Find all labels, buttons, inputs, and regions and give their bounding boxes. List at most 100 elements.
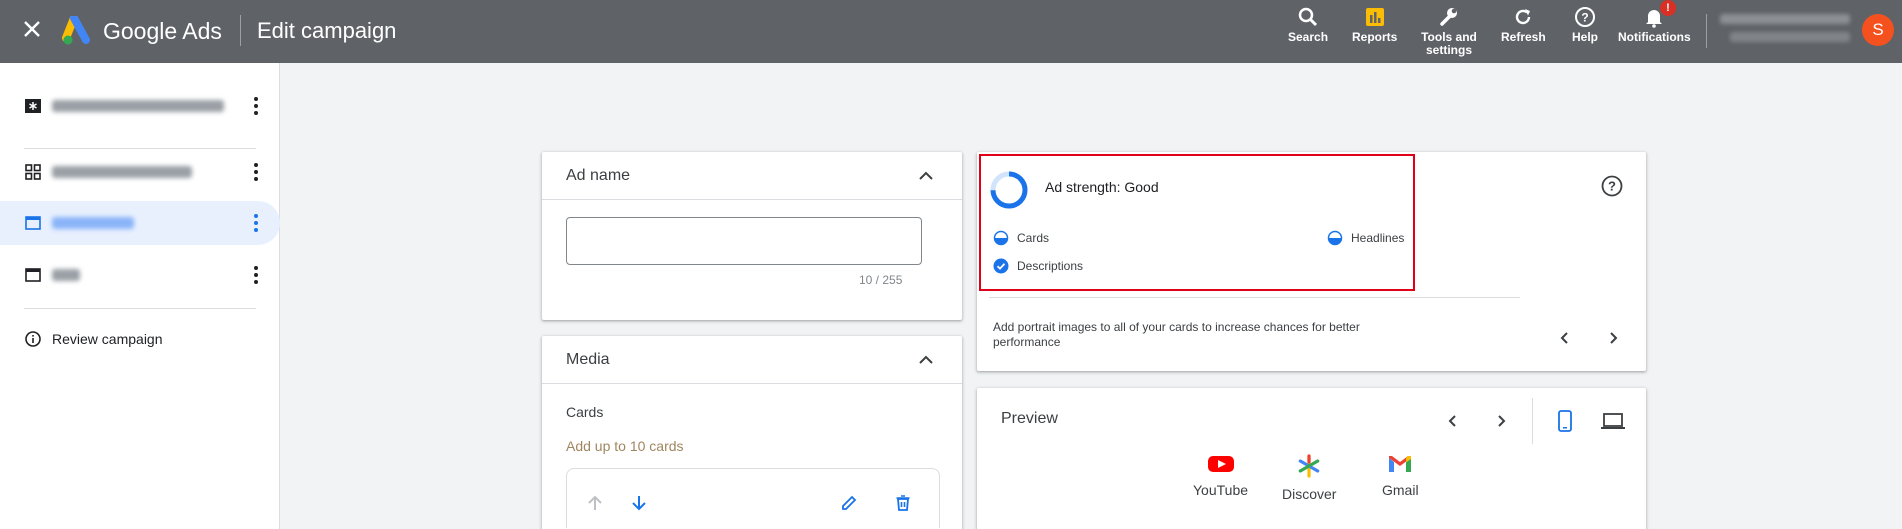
avatar[interactable]: S (1862, 14, 1894, 46)
search-tool-button[interactable]: Search (1288, 6, 1328, 44)
review-campaign-link[interactable]: Review campaign (24, 330, 163, 348)
move-up-button[interactable] (583, 491, 607, 515)
google-ads-logo (62, 14, 94, 46)
ad-name-redacted (52, 269, 80, 281)
sidebar-item-campaign[interactable] (0, 84, 280, 128)
ad-strength-highlight: Ad strength: Good Cards Headlines Descri… (979, 154, 1415, 291)
tools-settings-label: Tools and settings (1421, 30, 1477, 57)
chevron-left-icon (1560, 332, 1568, 344)
move-down-button[interactable] (627, 491, 651, 515)
cards-hint: Add up to 10 cards (566, 438, 684, 454)
sidebar-divider (24, 308, 256, 309)
ad-name-redacted (52, 217, 134, 229)
more-vert-icon[interactable] (248, 160, 264, 184)
wrench-icon (1440, 8, 1457, 26)
chevron-left-icon (1448, 415, 1456, 427)
ad-strength-tip: Add portrait images to all of your cards… (993, 320, 1360, 349)
pencil-icon (842, 495, 857, 510)
media-header[interactable]: Media (542, 336, 962, 384)
delete-card-button[interactable] (891, 491, 915, 515)
ad-strength-title: Ad strength: Good (1045, 179, 1159, 195)
chevron-up-icon[interactable] (914, 164, 938, 188)
account-name-redacted[interactable] (1720, 14, 1850, 24)
campaign-icon (24, 97, 42, 115)
ad-name-header[interactable]: Ad name (542, 152, 962, 200)
tools-settings-button[interactable]: Tools and settings (1419, 6, 1479, 57)
discover-label: Discover (1282, 486, 1337, 502)
notifications-label: Notifications (1618, 30, 1691, 44)
media-heading: Media (566, 351, 610, 368)
sidebar-item-ad[interactable] (0, 253, 280, 297)
svg-text:?: ? (1581, 11, 1588, 25)
help-icon: ? (1575, 7, 1595, 27)
preview-heading: Preview (1001, 410, 1058, 427)
preview-discover[interactable]: Discover (1282, 454, 1336, 502)
media-card-item (566, 468, 940, 528)
criterion-descriptions-label: Descriptions (1017, 259, 1084, 273)
arrow-up-icon (588, 495, 602, 510)
cards-subheading: Cards (566, 404, 604, 420)
account-email-redacted[interactable] (1730, 32, 1850, 42)
search-icon (1298, 7, 1318, 27)
half-circle-icon (993, 230, 1009, 246)
ad-strength-divider (989, 297, 1520, 298)
youtube-label: YouTube (1193, 482, 1249, 498)
youtube-icon (1207, 456, 1234, 472)
ad-name-card: Ad name 10 / 255 (542, 152, 962, 320)
preview-divider (1532, 398, 1533, 444)
sidebar-divider (24, 148, 256, 149)
refresh-label: Refresh (1501, 30, 1546, 44)
edit-card-button[interactable] (837, 491, 861, 515)
criterion-cards-label: Cards (1017, 231, 1050, 245)
chevron-right-icon (1498, 415, 1506, 427)
refresh-button[interactable]: Refresh (1501, 6, 1546, 44)
more-vert-icon[interactable] (248, 211, 264, 235)
criterion-descriptions: Descriptions (993, 258, 1083, 274)
previous-tip-button[interactable] (1553, 326, 1577, 350)
preview-gmail[interactable]: Gmail (1382, 454, 1419, 498)
next-tip-button[interactable] (1601, 326, 1625, 350)
ad-icon (24, 214, 42, 232)
criterion-headlines: Headlines (1327, 230, 1404, 246)
close-icon[interactable] (20, 17, 44, 41)
gmail-label: Gmail (1382, 482, 1419, 498)
ad-group-icon (24, 163, 42, 181)
search-tool-label: Search (1288, 30, 1329, 44)
preview-next-button[interactable] (1489, 409, 1513, 433)
laptop-icon (1601, 413, 1625, 429)
help-button[interactable]: ? Help (1572, 6, 1598, 44)
half-circle-icon (1327, 230, 1343, 246)
ad-strength-gauge (990, 171, 1028, 209)
chevron-up-icon[interactable] (914, 348, 938, 372)
help-label: Help (1572, 30, 1599, 44)
page-title: Edit campaign (257, 18, 397, 43)
ad-strength-card: Ad strength: Good Cards Headlines Descri… (977, 152, 1646, 371)
header-divider-right (1706, 14, 1707, 48)
top-app-bar: Google Ads Edit campaign Search Reports … (0, 0, 1902, 63)
help-icon[interactable]: ? (1600, 174, 1624, 198)
preview-card: Preview YouTube Discover Gmail (977, 388, 1646, 529)
mobile-view-button[interactable] (1553, 409, 1577, 433)
preview-youtube[interactable]: YouTube (1193, 454, 1248, 498)
notifications-button[interactable]: ! Notifications (1618, 0, 1691, 44)
ad-name-heading: Ad name (566, 167, 631, 184)
sidebar-item-ad-active[interactable] (0, 201, 280, 245)
arrow-down-icon (632, 496, 646, 511)
svg-text:?: ? (1608, 179, 1616, 194)
ad-name-input[interactable] (566, 217, 922, 265)
chevron-right-icon (1610, 332, 1618, 344)
refresh-icon (1516, 9, 1531, 25)
more-vert-icon[interactable] (248, 263, 264, 287)
sidebar-item-ad-group[interactable] (0, 150, 280, 194)
more-vert-icon[interactable] (248, 94, 264, 118)
brand-name: Google Ads (103, 18, 222, 44)
reports-tool-label: Reports (1352, 30, 1398, 44)
preview-previous-button[interactable] (1441, 409, 1465, 433)
reports-icon (1365, 8, 1384, 26)
criterion-cards: Cards (993, 230, 1049, 246)
criterion-headlines-label: Headlines (1351, 231, 1405, 245)
desktop-view-button[interactable] (1601, 409, 1625, 433)
media-card: Media Cards Add up to 10 cards (542, 336, 962, 529)
info-icon (25, 331, 41, 347)
reports-tool-button[interactable]: Reports (1352, 6, 1397, 44)
